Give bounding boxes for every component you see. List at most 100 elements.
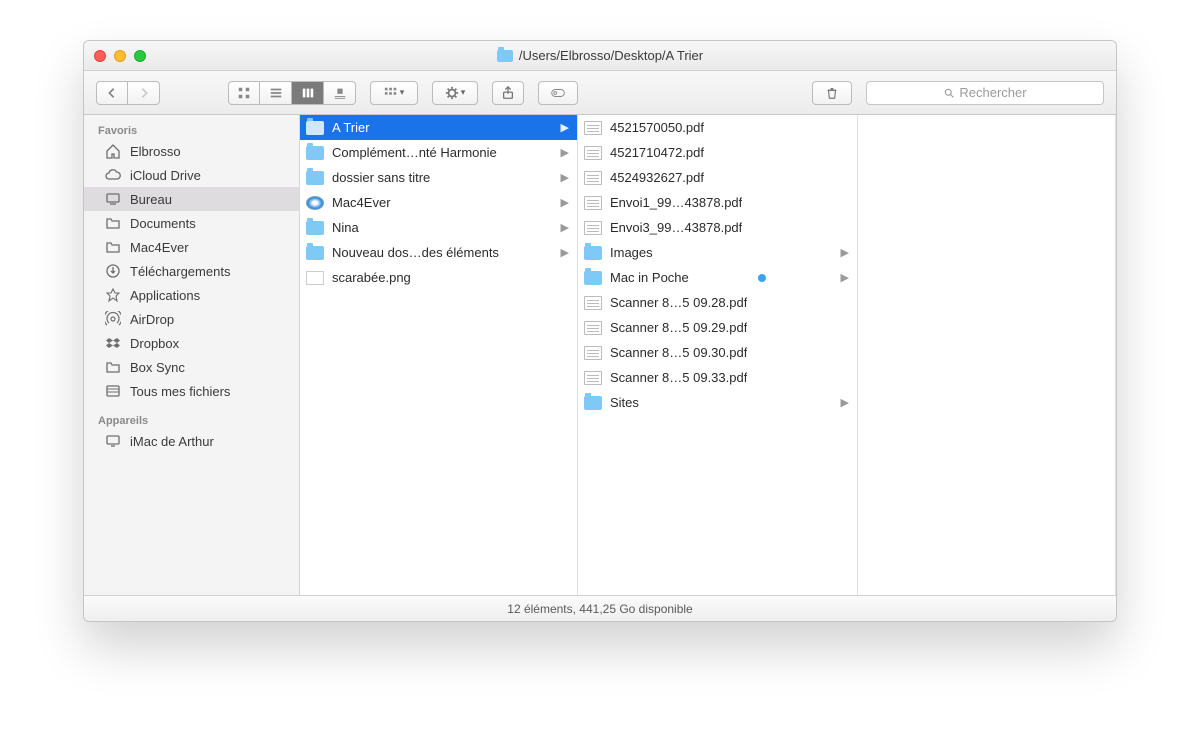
file-row[interactable]: Nina▶ [300, 215, 577, 240]
folder-icon [584, 271, 602, 285]
column-view-button[interactable] [292, 81, 324, 105]
file-icon [584, 346, 602, 360]
chevron-right-icon: ▶ [561, 246, 569, 259]
sidebar-section-favorites: Favoris [84, 121, 299, 139]
all-icon [104, 383, 122, 399]
file-label: A Trier [332, 120, 370, 135]
sidebar-item-box-sync[interactable]: Box Sync [84, 355, 299, 379]
trash-button[interactable] [812, 81, 852, 105]
file-row[interactable]: Scanner 8…5 09.30.pdf [578, 340, 857, 365]
file-row[interactable]: Mac in Poche▶ [578, 265, 857, 290]
folder-icon [584, 246, 602, 260]
toolbar: ▾ ▾ Rechercher [84, 71, 1116, 115]
file-label: Mac4Ever [332, 195, 391, 210]
folder-icon [306, 171, 324, 185]
nav-buttons [96, 81, 160, 105]
column-3[interactable] [858, 115, 1116, 595]
file-row[interactable]: scarabée.png [300, 265, 577, 290]
minimize-window-button[interactable] [114, 50, 126, 62]
sidebar-item-imac-de-arthur[interactable]: iMac de Arthur [84, 429, 299, 453]
folder-icon [306, 246, 324, 260]
close-window-button[interactable] [94, 50, 106, 62]
file-label: 4521570050.pdf [610, 120, 704, 135]
sidebar-item-elbrosso[interactable]: Elbrosso [84, 139, 299, 163]
file-row[interactable]: Scanner 8…5 09.28.pdf [578, 290, 857, 315]
sidebar: Favoris Elbrosso iCloud Drive BureauDocume… [84, 115, 300, 595]
desktop-icon [104, 191, 122, 207]
file-row[interactable]: Images▶ [578, 240, 857, 265]
sidebar-item-applications[interactable]: Applications [84, 283, 299, 307]
file-row[interactable]: Mac4Ever▶ [300, 190, 577, 215]
arrange-button[interactable]: ▾ [370, 81, 418, 105]
sidebar-item-label: Tous mes fichiers [130, 384, 230, 399]
folder-icon [104, 239, 122, 255]
sidebar-item-tous-mes-fichiers[interactable]: Tous mes fichiers [84, 379, 299, 403]
folder-icon [104, 359, 122, 375]
home-icon [104, 143, 122, 159]
file-row[interactable]: Sites▶ [578, 390, 857, 415]
sidebar-item-label: Mac4Ever [130, 240, 189, 255]
sidebar-item-icloud-drive[interactable]: iCloud Drive [84, 163, 299, 187]
search-input[interactable]: Rechercher [866, 81, 1104, 105]
file-row[interactable]: A Trier ▶ [300, 115, 577, 140]
search-placeholder: Rechercher [959, 85, 1026, 100]
file-row[interactable]: 4524932627.pdf [578, 165, 857, 190]
dropbox-icon [104, 335, 122, 351]
title-path: /Users/Elbrosso/Desktop/A Trier [519, 48, 703, 63]
download-icon [104, 263, 122, 279]
sidebar-item-téléchargements[interactable]: Téléchargements [84, 259, 299, 283]
chevron-right-icon: ▶ [561, 171, 569, 184]
airdrop-icon [104, 311, 122, 327]
title-bar[interactable]: /Users/Elbrosso/Desktop/A Trier [84, 41, 1116, 71]
search-icon [943, 87, 955, 99]
file-row[interactable]: 4521570050.pdf [578, 115, 857, 140]
folder-icon [497, 50, 513, 62]
file-row[interactable]: Nouveau dos…des éléments▶ [300, 240, 577, 265]
back-button[interactable] [96, 81, 128, 105]
view-mode-buttons [228, 81, 356, 105]
file-row[interactable]: Scanner 8…5 09.29.pdf [578, 315, 857, 340]
file-label: Images [610, 245, 653, 260]
sidebar-item-dropbox[interactable]: Dropbox [84, 331, 299, 355]
zoom-window-button[interactable] [134, 50, 146, 62]
action-button[interactable]: ▾ [432, 81, 478, 105]
share-button[interactable] [492, 81, 524, 105]
sidebar-item-bureau[interactable]: Bureau [84, 187, 299, 211]
sidebar-item-mac4ever[interactable]: Mac4Ever [84, 235, 299, 259]
file-label: Envoi1_99…43878.pdf [610, 195, 742, 210]
coverflow-view-button[interactable] [324, 81, 356, 105]
file-label: Scanner 8…5 09.30.pdf [610, 345, 747, 360]
file-label: Complément…nté Harmonie [332, 145, 497, 160]
file-row[interactable]: Complément…nté Harmonie▶ [300, 140, 577, 165]
column-2[interactable]: 4521570050.pdf 4521710472.pdf4524932627.p… [578, 115, 858, 595]
forward-button[interactable] [128, 81, 160, 105]
window-title: /Users/Elbrosso/Desktop/A Trier [497, 48, 703, 63]
sidebar-item-documents[interactable]: Documents [84, 211, 299, 235]
column-1[interactable]: A Trier▶Complément…nté Harmonie▶dossier … [300, 115, 578, 595]
file-row[interactable]: Envoi3_99…43878.pdf [578, 215, 857, 240]
file-row[interactable]: Envoi1_99…43878.pdf [578, 190, 857, 215]
file-row[interactable]: Scanner 8…5 09.33.pdf [578, 365, 857, 390]
imac-icon [104, 433, 122, 449]
file-label: scarabée.png [332, 270, 411, 285]
file-icon [584, 121, 602, 135]
list-view-button[interactable] [260, 81, 292, 105]
apps-icon [104, 287, 122, 303]
file-row[interactable]: dossier sans titre▶ [300, 165, 577, 190]
chevron-right-icon: ▶ [841, 271, 849, 284]
folder-icon [306, 146, 324, 160]
file-row[interactable]: 4521710472.pdf [578, 140, 857, 165]
sidebar-item-label: iCloud Drive [130, 168, 201, 183]
icon-view-button[interactable] [228, 81, 260, 105]
sidebar-item-label: Applications [130, 288, 200, 303]
tags-button[interactable] [538, 81, 578, 105]
sidebar-item-label: iMac de Arthur [130, 434, 214, 449]
chevron-right-icon: ▶ [561, 121, 569, 134]
file-icon [584, 371, 602, 385]
sidebar-item-airdrop[interactable]: AirDrop [84, 307, 299, 331]
folder-icon [584, 396, 602, 410]
sidebar-item-label: Box Sync [130, 360, 185, 375]
file-icon [584, 146, 602, 160]
finder-body: Favoris Elbrosso iCloud Drive BureauDocume… [84, 115, 1116, 595]
file-label: Nina [332, 220, 359, 235]
